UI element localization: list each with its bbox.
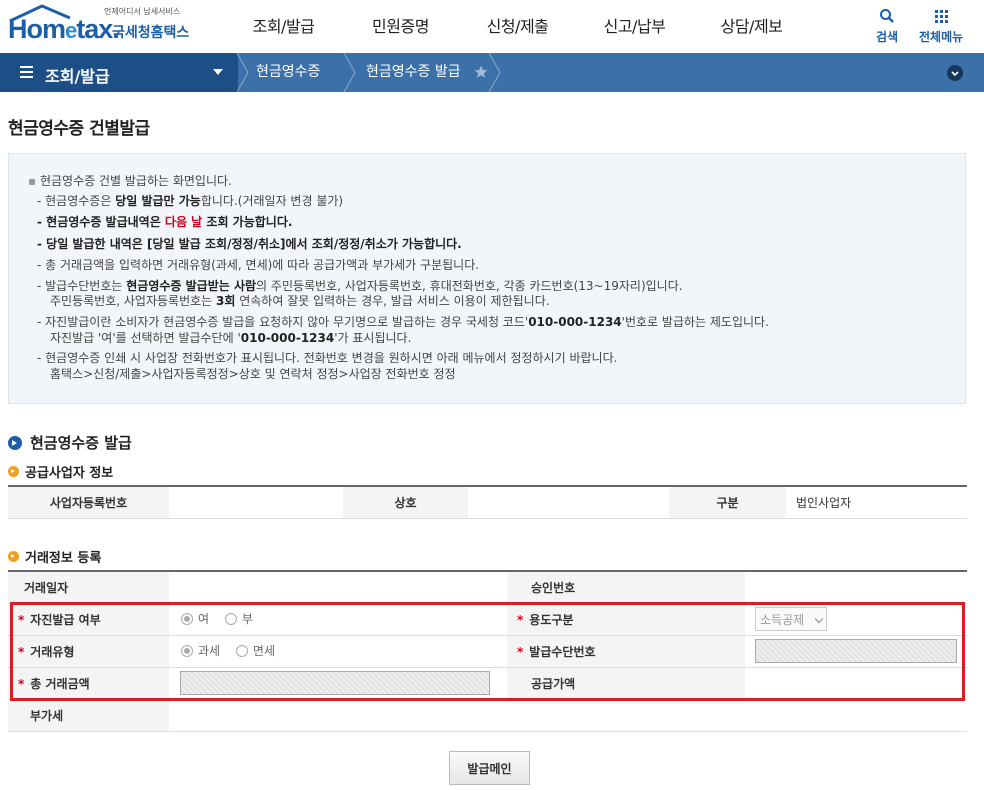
search-icon — [880, 9, 894, 23]
self-issue-yes-radio[interactable]: 여 — [181, 610, 209, 627]
logo-korean-name: 국세청홈택스 — [112, 25, 190, 41]
biz-no-value — [169, 486, 343, 519]
approval-no-label: 승인번호 — [507, 571, 745, 604]
hometax-logo[interactable]: 언제어디서 납세서비스 Hometax. 국세청홈택스 — [8, 4, 193, 46]
info-line: - 현금영수증 발급내역은 다음 날 조회 가능합니다. — [37, 215, 293, 229]
vat-value — [169, 699, 967, 732]
hamburger-icon — [20, 66, 33, 78]
subsection-trade-info: 거래정보 등록 — [8, 547, 101, 566]
star-favorite-icon[interactable] — [474, 65, 488, 79]
nav-item-consult[interactable]: 상담/제보 — [693, 0, 810, 53]
chevron-down-icon — [814, 614, 824, 624]
total-amount-label: * 총 거래금액 — [8, 667, 169, 700]
purpose-select[interactable]: 소득공제 — [755, 607, 827, 631]
bullet-icon — [8, 551, 19, 562]
total-amount-cell — [169, 667, 507, 700]
top-header: 언제어디서 납세서비스 Hometax. 국세청홈택스 조회/발급 민원증명 신… — [0, 0, 984, 53]
all-menu-label: 전체메뉴 — [919, 30, 964, 44]
info-line: 자진발급 '여'를 선택하면 발급수단에 '010-000-1234'가 표시됩… — [50, 331, 412, 345]
grid-menu-icon — [935, 10, 949, 23]
company-name-label: 상호 — [343, 486, 468, 519]
chevron-separator-icon — [236, 53, 249, 92]
biz-type-value: 법인사업자 — [786, 486, 967, 519]
nav-item-report-pay[interactable]: 신고/납부 — [576, 0, 693, 53]
logo-brand: Hometax. — [8, 14, 120, 44]
taxfree-radio[interactable]: 면세 — [235, 642, 275, 659]
company-name-value — [468, 486, 669, 519]
total-amount-input[interactable] — [180, 671, 490, 695]
breadcrumb-item-cash-receipt[interactable]: 현금영수증 — [256, 53, 320, 92]
nav-item-inquiry[interactable]: 조회/발급 — [225, 0, 342, 53]
nav-item-application[interactable]: 신청/제출 — [459, 0, 576, 53]
nav-item-certificate[interactable]: 민원증명 — [342, 0, 459, 53]
breadcrumb-item-cash-receipt-issue[interactable]: 현금영수증 발급 — [366, 53, 461, 92]
self-issue-no-radio[interactable]: 부 — [224, 610, 253, 627]
bullet-icon — [8, 466, 19, 477]
info-line: ▪ 현금영수증 건별 발급하는 화면입니다. — [28, 174, 232, 188]
means-no-cell — [745, 635, 967, 668]
self-issue-label: * 자진발급 여부 — [8, 603, 169, 636]
taxable-radio[interactable]: 과세 — [181, 642, 220, 659]
section-title-cash-receipt-issue: 현금영수증 발급 — [8, 432, 132, 453]
main-nav: 조회/발급 민원증명 신청/제출 신고/납부 상담/제보 — [225, 0, 810, 53]
chevron-separator-icon — [343, 53, 356, 92]
means-no-input[interactable] — [755, 639, 957, 663]
expand-down-icon[interactable] — [947, 65, 963, 81]
vat-label: 부가세 — [8, 699, 169, 732]
biz-type-label: 구분 — [669, 486, 786, 519]
self-issue-options: 여 부 — [169, 603, 507, 636]
info-menu-path: 홈택스>신청/제출>사업자등록정정>상호 및 연락처 정정>사업장 전화번호 정… — [50, 367, 456, 381]
trade-info-table: 거래일자 승인번호 * 자진발급 여부 여 부 * 용도구분 소득공제 * 거래유형 … — [8, 570, 967, 732]
trade-date-label: 거래일자 — [8, 571, 169, 604]
info-line: - 자진발급이란 소비자가 현금영수증 발급을 요청하지 않아 무기명으로 발급… — [37, 315, 769, 329]
supplier-info-table: 사업자등록번호 상호 구분 법인사업자 — [8, 485, 967, 519]
page-title: 현금영수증 건별발급 — [8, 119, 150, 139]
section-dropdown[interactable]: 조회/발급 — [0, 53, 238, 92]
info-line: 주민등록번호, 사업자등록번호는 3회 연속하여 잘못 입력하는 경우, 발급 … — [50, 294, 550, 308]
purpose-cell: 소득공제 — [745, 603, 967, 636]
search-label: 검색 — [876, 30, 899, 44]
info-line: - 현금영수증 인쇄 시 사업장 전화번호가 표시됩니다. 전화번호 변경을 원… — [37, 351, 618, 365]
trade-type-options: 과세 면세 — [169, 635, 507, 668]
section-label: 조회/발급 — [45, 67, 110, 86]
supply-amount-label: 공급가액 — [507, 667, 745, 700]
trade-date-value — [169, 571, 507, 604]
caret-down-icon — [213, 69, 223, 75]
approval-no-value — [745, 571, 967, 604]
chevron-separator-icon — [488, 53, 501, 92]
info-notice-box: ▪ 현금영수증 건별 발급하는 화면입니다. - 현금영수증은 당일 발급만 가… — [8, 153, 966, 404]
trade-type-label: * 거래유형 — [8, 635, 169, 668]
breadcrumb-bar: 조회/발급 현금영수증 현금영수증 발급 — [0, 53, 984, 92]
issue-main-button[interactable]: 발급메인 — [449, 751, 530, 785]
info-line: - 총 거래금액을 입력하면 거래유형(과세, 면세)에 따라 공급가액과 부가… — [37, 258, 480, 272]
means-no-label: * 발급수단번호 — [507, 635, 745, 668]
supply-amount-value — [745, 667, 967, 700]
info-line: - 현금영수증은 당일 발급만 가능합니다.(거래일자 변경 불가) — [37, 194, 344, 208]
info-line: - 당일 발급한 내역은 [당일 발급 조회/정정/취소]에서 조회/정정/취소… — [37, 237, 462, 251]
search-button[interactable]: 검색 — [876, 6, 898, 45]
all-menu-button[interactable]: 전체메뉴 — [919, 6, 963, 45]
purpose-label: * 용도구분 — [507, 603, 745, 636]
biz-no-label: 사업자등록번호 — [8, 486, 169, 519]
bullet-icon — [8, 435, 22, 450]
subsection-supplier-info: 공급사업자 정보 — [8, 462, 113, 481]
